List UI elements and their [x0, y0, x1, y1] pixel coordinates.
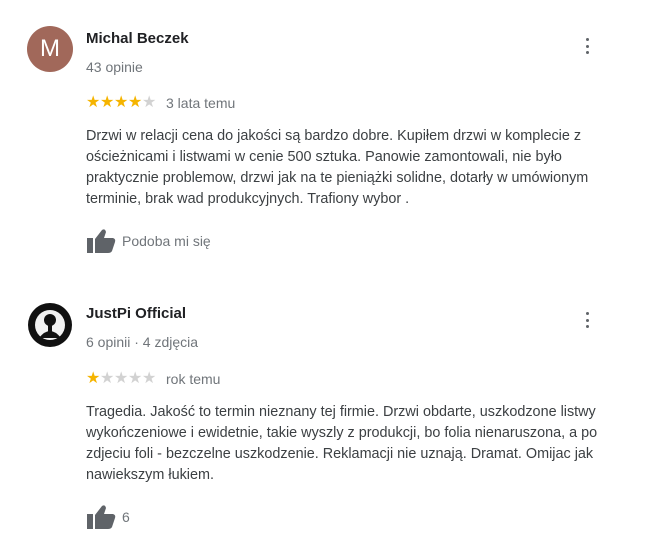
- review-text: Tragedia. Jakość to termin nieznany tej …: [86, 404, 598, 483]
- profile-photo-icon: [28, 303, 72, 347]
- star-filled-icon: ★: [128, 94, 143, 111]
- review-author[interactable]: JustPi Official: [86, 305, 186, 322]
- like-button[interactable]: Podoba mi się: [86, 228, 211, 254]
- star-filled-icon: ★: [86, 370, 101, 387]
- review-date: 3 lata temu: [166, 94, 236, 111]
- review-date: rok temu: [166, 370, 221, 387]
- star-empty-icon: ★: [142, 370, 157, 387]
- star-empty-icon: ★: [100, 370, 115, 387]
- star-rating: ★★★★★: [86, 94, 156, 111]
- review-author-meta[interactable]: 6 opinii · 4 zdjęcia: [86, 334, 198, 350]
- like-count: 6: [122, 509, 130, 525]
- star-rating: ★★★★★: [86, 370, 156, 387]
- more-options-icon[interactable]: [582, 310, 592, 330]
- like-button[interactable]: 6: [86, 504, 130, 530]
- rating-stars: ★★★★★ rok temu: [86, 370, 220, 387]
- more-options-icon[interactable]: [582, 36, 592, 56]
- rating-stars: ★★★★★ 3 lata temu: [86, 94, 235, 111]
- star-empty-icon: ★: [128, 370, 143, 387]
- review-author-meta[interactable]: 43 opinie: [86, 59, 143, 75]
- like-label: Podoba mi się: [122, 233, 211, 249]
- star-filled-icon: ★: [86, 94, 101, 111]
- star-filled-icon: ★: [114, 94, 129, 111]
- star-empty-icon: ★: [142, 94, 157, 111]
- star-empty-icon: ★: [114, 370, 129, 387]
- review-author[interactable]: Michal Beczek: [86, 30, 189, 47]
- thumbs-up-icon: [87, 505, 116, 529]
- avatar[interactable]: M: [27, 26, 73, 72]
- avatar[interactable]: [27, 302, 73, 348]
- review-text: Drzwi w relacji cena do jakości są bardz…: [86, 128, 589, 207]
- avatar-letter: M: [40, 35, 60, 62]
- thumbs-up-icon: [87, 229, 116, 253]
- star-filled-icon: ★: [100, 94, 115, 111]
